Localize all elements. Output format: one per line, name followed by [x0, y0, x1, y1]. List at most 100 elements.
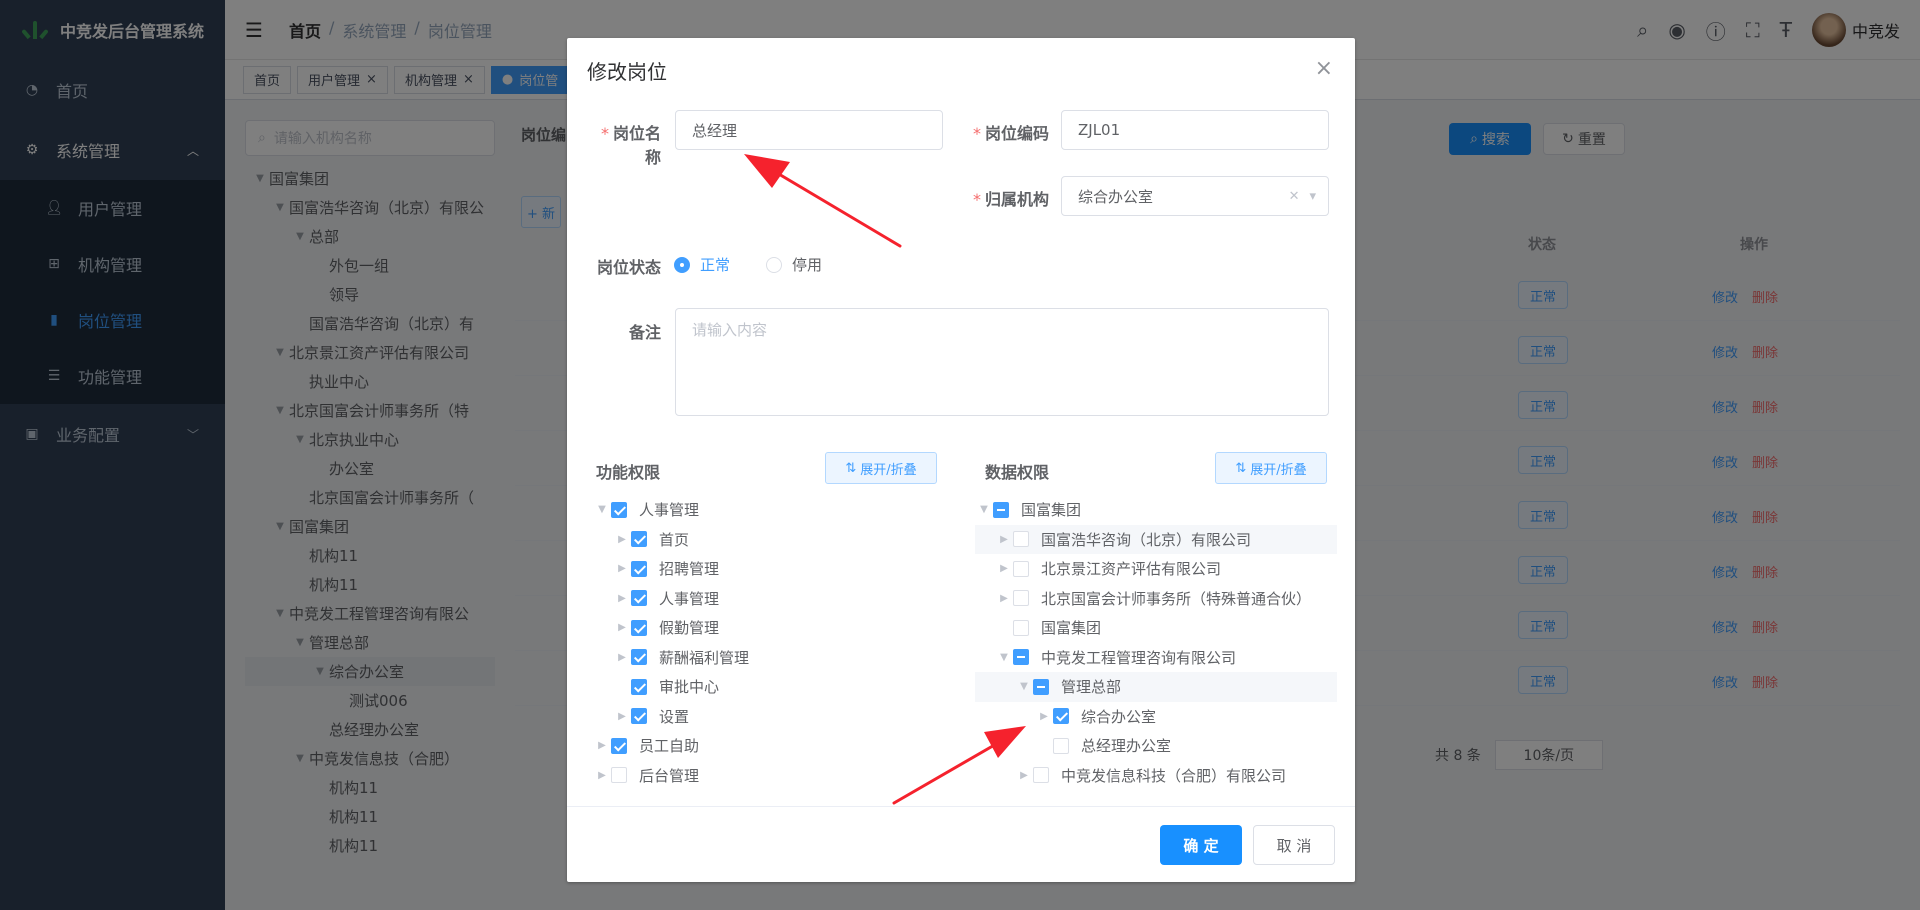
caret-right-icon[interactable]: ▶ — [613, 563, 631, 574]
permission-node-label: 假勤管理 — [659, 619, 720, 638]
org-label: * 归属机构 — [972, 190, 1049, 209]
caret-down-icon[interactable]: ▼ — [1015, 681, 1033, 692]
checkbox[interactable] — [1033, 678, 1049, 695]
caret-right-icon[interactable]: ▶ — [613, 652, 631, 663]
caret-down-icon[interactable]: ▼ — [975, 504, 993, 515]
permission-tree-node[interactable]: ▼ 国富集团 — [975, 495, 1337, 525]
data-permission-tree: ▼ 国富集团 ▶ 国富浩华咨询（北京）有限公司 ▶ 北京景江资产评估有限公司 ▶ 北京国富会计… — [975, 495, 1337, 790]
checkbox[interactable] — [611, 767, 627, 784]
clear-icon[interactable]: ✕ — [1289, 189, 1300, 204]
radio-label: 停用 — [792, 256, 823, 274]
chevron-down-icon[interactable]: ▾ — [1309, 189, 1316, 204]
post-name-label-text: 岗位名称 — [612, 124, 661, 167]
permission-tree-node[interactable]: ▼ 管理总部 — [975, 672, 1337, 702]
permission-tree-node[interactable]: ▶ 薪酬福利管理 — [593, 643, 953, 673]
caret-down-icon[interactable]: ▼ — [995, 652, 1013, 663]
permission-node-label: 国富集团 — [1021, 501, 1082, 520]
caret-right-icon[interactable]: ▶ — [613, 711, 631, 722]
checkbox[interactable] — [1053, 708, 1069, 725]
checkbox[interactable] — [631, 560, 647, 577]
permission-tree-node[interactable]: ▼ 中竞发工程管理咨询有限公司 — [975, 643, 1337, 673]
status-label: 岗位状态 — [596, 258, 661, 277]
permission-node-label: 招聘管理 — [659, 560, 720, 579]
post-code-input[interactable]: ZJL01 — [1061, 110, 1329, 150]
checkbox[interactable] — [631, 590, 647, 607]
post-name-input[interactable]: 总经理 — [675, 110, 943, 150]
org-select[interactable]: 综合办公室 ✕ ▾ — [1061, 176, 1329, 216]
caret-right-icon[interactable]: ▶ — [593, 770, 611, 781]
post-name-value: 总经理 — [692, 121, 738, 140]
permission-node-label: 薪酬福利管理 — [659, 648, 750, 667]
org-label-text: 归属机构 — [984, 190, 1049, 209]
permission-node-label: 总经理办公室 — [1081, 737, 1172, 756]
permission-tree-node[interactable]: 审批中心 — [593, 672, 953, 702]
expand-label: 展开/折叠 — [860, 462, 917, 478]
permission-tree-node[interactable]: ▶ 北京国富会计师事务所（特殊普通合伙） — [975, 584, 1337, 614]
checkbox[interactable] — [611, 501, 627, 518]
caret-right-icon[interactable]: ▶ — [613, 622, 631, 633]
checkbox[interactable] — [611, 737, 627, 754]
caret-right-icon[interactable]: ▶ — [1015, 770, 1033, 781]
permission-tree-node[interactable]: ▶ 员工自助 — [593, 731, 953, 761]
checkbox[interactable] — [631, 531, 647, 548]
checkbox[interactable] — [1013, 649, 1029, 666]
permission-node-label: 人事管理 — [639, 501, 700, 520]
permission-tree-node[interactable]: ▶ 首页 — [593, 525, 953, 555]
checkbox[interactable] — [1013, 560, 1029, 577]
permission-node-label: 国富浩华咨询（北京）有限公司 — [1041, 530, 1252, 549]
dialog-title: 修改岗位 — [587, 60, 667, 84]
sort-icon: ⇅ — [845, 460, 857, 476]
caret-right-icon[interactable]: ▶ — [995, 534, 1013, 545]
caret-right-icon[interactable]: ▶ — [1035, 711, 1053, 722]
caret-right-icon[interactable]: ▶ — [593, 740, 611, 751]
permission-tree-node[interactable]: ▶ 招聘管理 — [593, 554, 953, 584]
permission-tree-node[interactable]: 总经理办公室 — [975, 731, 1337, 761]
caret-right-icon[interactable]: ▶ — [995, 593, 1013, 604]
confirm-button[interactable]: 确 定 — [1160, 825, 1242, 865]
permission-tree-node[interactable]: 国富集团 — [975, 613, 1337, 643]
remark-textarea[interactable]: 请输入内容 — [675, 308, 1329, 416]
permission-node-label: 设置 — [659, 707, 690, 726]
checkbox[interactable] — [631, 619, 647, 636]
cancel-button[interactable]: 取 消 — [1253, 825, 1335, 865]
permission-tree-node[interactable]: ▶ 中竞发信息科技（合肥）有限公司 — [975, 761, 1337, 791]
permission-node-label: 国富集团 — [1041, 619, 1102, 638]
permission-tree-node[interactable]: ▶ 人事管理 — [593, 584, 953, 614]
data-expand-button[interactable]: ⇅ 展开/折叠 — [1215, 452, 1327, 484]
post-code-value: ZJL01 — [1078, 121, 1121, 139]
checkbox[interactable] — [1013, 531, 1029, 548]
permission-tree-node[interactable]: ▶ 国富浩华咨询（北京）有限公司 — [975, 524, 1337, 554]
sort-icon: ⇅ — [1235, 460, 1247, 476]
caret-right-icon[interactable]: ▶ — [613, 593, 631, 604]
checkbox[interactable] — [993, 501, 1009, 518]
permission-tree-node[interactable]: ▶ 北京景江资产评估有限公司 — [975, 554, 1337, 584]
radio-circle — [674, 256, 690, 273]
permission-tree-node[interactable]: ▶ 设置 — [593, 702, 953, 732]
select-suffix: ✕ ▾ — [1289, 189, 1316, 204]
permission-tree-node[interactable]: ▶ 综合办公室 — [975, 702, 1337, 732]
checkbox[interactable] — [1053, 737, 1069, 754]
checkbox[interactable] — [631, 678, 647, 695]
permission-tree-node[interactable]: ▼ 人事管理 — [593, 495, 953, 525]
caret-right-icon[interactable]: ▶ — [613, 534, 631, 545]
func-expand-button[interactable]: ⇅ 展开/折叠 — [825, 452, 937, 484]
checkbox[interactable] — [1013, 590, 1029, 607]
checkbox[interactable] — [631, 649, 647, 666]
function-permission-title: 功能权限 — [596, 463, 661, 482]
remark-label: 备注 — [628, 323, 661, 342]
expand-label: 展开/折叠 — [1250, 462, 1307, 478]
checkbox[interactable] — [631, 708, 647, 725]
checkbox[interactable] — [1033, 767, 1049, 784]
caret-down-icon[interactable]: ▼ — [593, 504, 611, 515]
permission-tree-node[interactable]: ▶ 假勤管理 — [593, 613, 953, 643]
function-permission-tree: ▼ 人事管理 ▶ 首页 ▶ 招聘管理 ▶ 人事管理 ▶ 假勤管理 ▶ 薪酬福利管理审批中心 ▶ 设置 ▶ 员工… — [593, 495, 953, 790]
data-permission-title: 数据权限 — [985, 463, 1050, 482]
permission-node-label: 首页 — [659, 530, 690, 549]
close-icon[interactable]: × — [1315, 56, 1333, 81]
status-radio-normal[interactable]: 正常 — [674, 254, 730, 275]
permission-node-label: 人事管理 — [659, 589, 720, 608]
caret-right-icon[interactable]: ▶ — [995, 563, 1013, 574]
checkbox[interactable] — [1013, 619, 1029, 636]
status-radio-disabled[interactable]: 停用 — [766, 254, 822, 275]
permission-tree-node[interactable]: ▶ 后台管理 — [593, 761, 953, 791]
